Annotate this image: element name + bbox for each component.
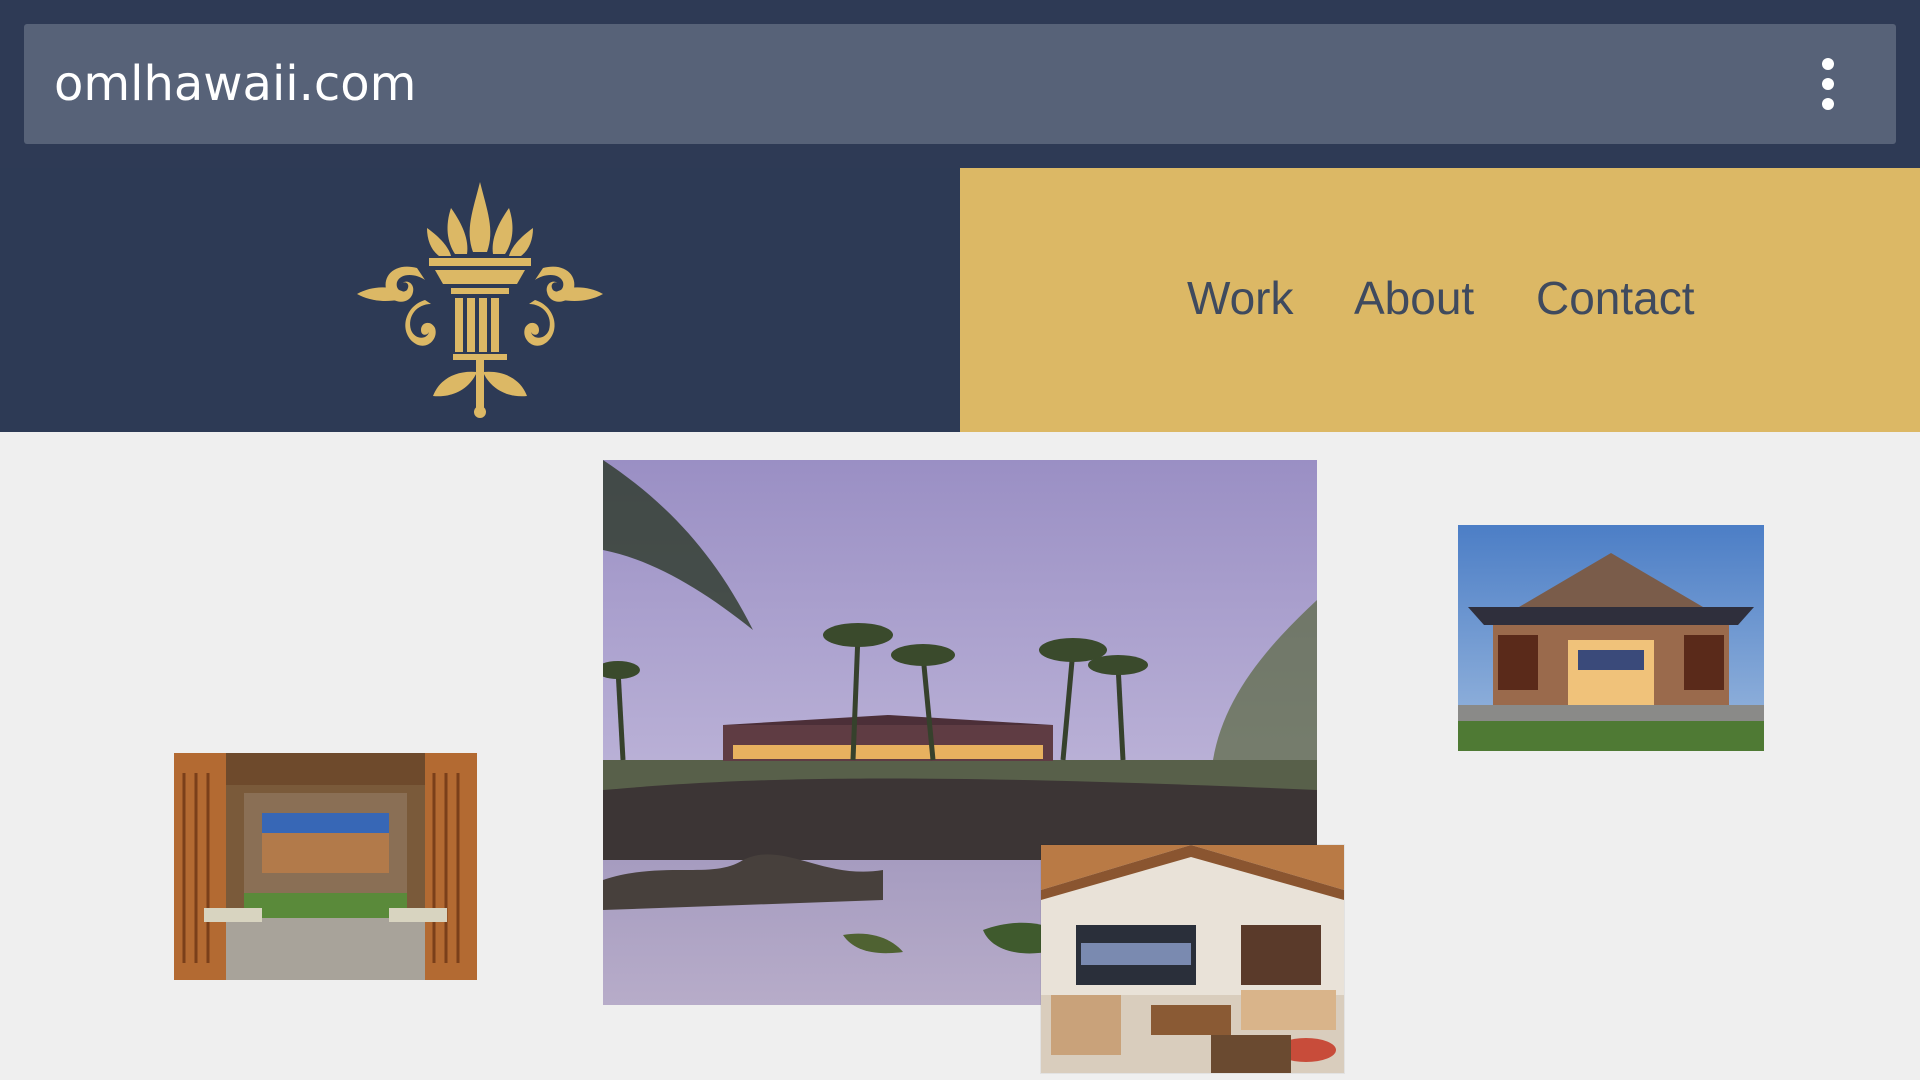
living-room-interior-photo[interactable] [1041,845,1344,1073]
address-bar[interactable]: omlhawaii.com [24,24,1896,144]
main-nav: Work About Contact [960,168,1920,432]
nav-link-work[interactable]: Work [1187,268,1294,328]
entry-hall-benches-photo[interactable] [174,753,477,980]
nav-link-contact[interactable]: Contact [1536,268,1695,328]
kebab-menu-icon[interactable] [1808,58,1848,110]
nav-link-about[interactable]: About [1354,268,1474,328]
pavilion-exterior-photo[interactable] [1458,525,1764,751]
nav-panel: Work About Contact [960,168,1920,432]
browser-toolbar: omlhawaii.com [0,0,1920,168]
torch-column-crest-icon[interactable] [355,180,605,420]
site-brand-panel [0,168,960,432]
url-text[interactable]: omlhawaii.com [54,54,416,114]
